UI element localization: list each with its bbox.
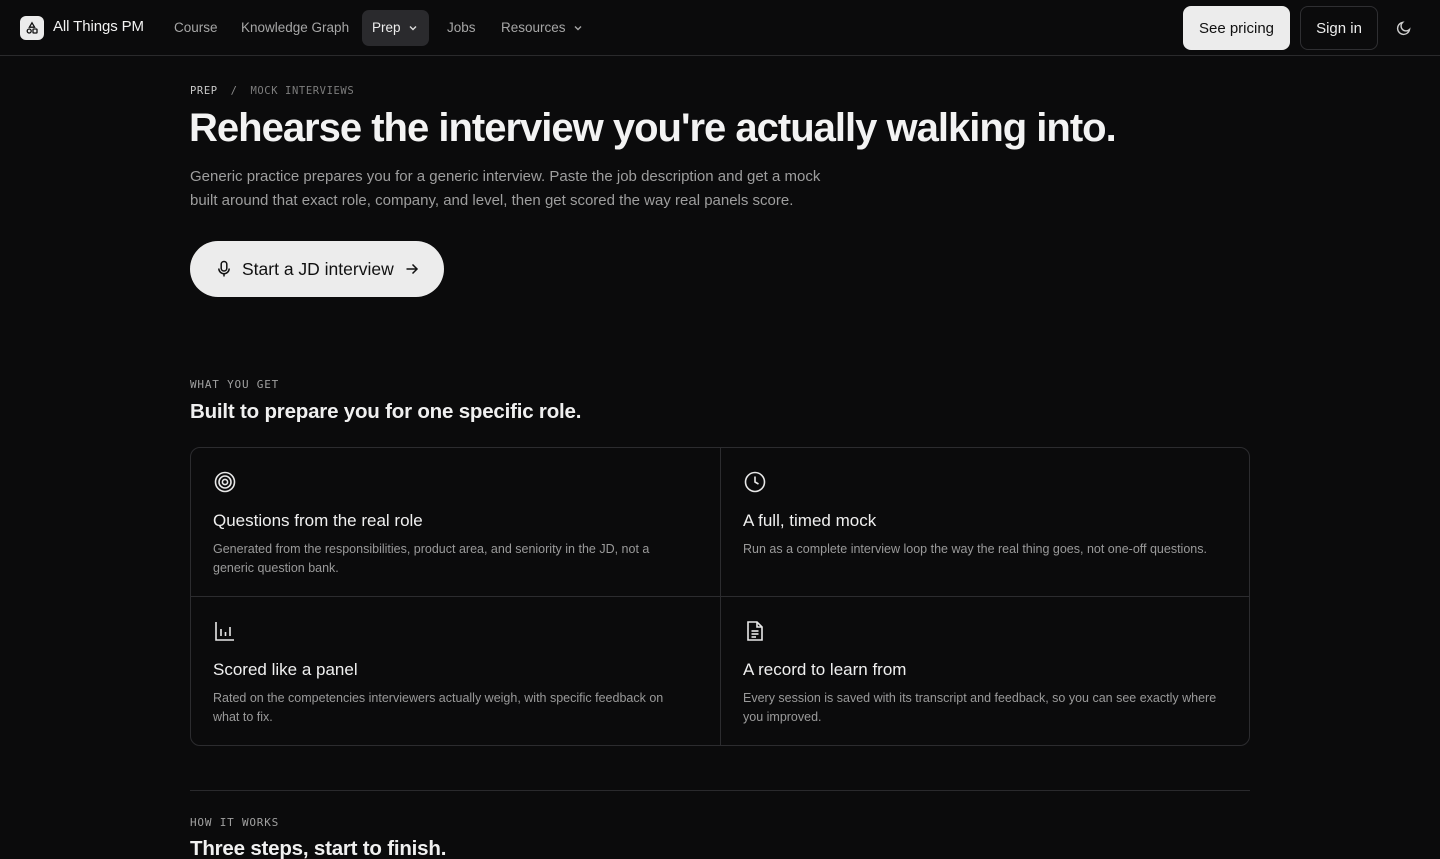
- breadcrumb-current: MOCK INTERVIEWS: [250, 85, 355, 97]
- chevron-down-icon: [409, 26, 417, 31]
- nav-link-label: Knowledge Graph: [241, 20, 350, 35]
- feature-card: Questions from the real role Generated f…: [191, 448, 721, 597]
- how-it-works-title: Three steps, start to finish.: [190, 837, 447, 859]
- clock-icon: [744, 471, 766, 493]
- nav-link-course[interactable]: Course: [164, 10, 228, 46]
- top-nav: All Things PM Course Knowledge Graph Pre…: [0, 0, 1440, 56]
- sign-in-button[interactable]: Sign in: [1300, 6, 1378, 50]
- cta-label: Start a JD interview: [242, 258, 394, 279]
- target-icon: [214, 471, 236, 493]
- feature-card: A full, timed mock Run as a complete int…: [721, 448, 1249, 597]
- feature-title: A full, timed mock: [743, 511, 877, 530]
- nav-link-label: Course: [174, 20, 218, 35]
- feature-title: Questions from the real role: [213, 511, 423, 530]
- logo-icon[interactable]: [20, 16, 44, 40]
- nav-link-label: Prep: [372, 20, 401, 35]
- moon-icon: [1396, 21, 1411, 36]
- arrow-right-icon: [406, 263, 418, 275]
- breadcrumb: PREP / MOCK INTERVIEWS: [190, 85, 354, 97]
- feature-body: Rated on the competencies interviewers a…: [213, 691, 664, 724]
- feature-body: Run as a complete interview loop the way…: [743, 542, 1207, 556]
- nav-link-knowledge-graph[interactable]: Knowledge Graph: [231, 10, 359, 46]
- page-title: Rehearse the interview you're actually w…: [189, 106, 1117, 150]
- brand-name[interactable]: All Things PM: [53, 18, 144, 35]
- breadcrumb-section[interactable]: PREP: [190, 85, 218, 97]
- nav-link-resources[interactable]: Resources: [491, 10, 594, 46]
- start-jd-interview-button[interactable]: Start a JD interview: [190, 241, 444, 297]
- feature-title: Scored like a panel: [213, 660, 358, 679]
- nav-link-label: Jobs: [447, 20, 476, 35]
- page-subtitle: Generic practice prepares you for a gene…: [190, 168, 821, 209]
- document-icon: [747, 621, 763, 641]
- nav-link-jobs[interactable]: Jobs: [437, 10, 486, 46]
- features-eyebrow: WHAT YOU GET: [190, 378, 280, 391]
- feature-card: Scored like a panel Rated on the compete…: [191, 597, 721, 745]
- theme-toggle-button[interactable]: [1390, 14, 1418, 42]
- breadcrumb-separator: /: [230, 85, 238, 97]
- feature-body: Generated from the responsibilities, pro…: [213, 542, 650, 575]
- nav-link-prep[interactable]: Prep: [362, 10, 429, 46]
- feature-card: A record to learn from Every session is …: [721, 597, 1249, 745]
- see-pricing-button[interactable]: See pricing: [1183, 6, 1290, 50]
- bar-chart-icon: [215, 622, 234, 641]
- features-grid: Questions from the real role Generated f…: [190, 447, 1250, 746]
- how-it-works-eyebrow: HOW IT WORKS: [190, 816, 280, 829]
- nav-link-label: Resources: [501, 20, 566, 35]
- feature-body: Every session is saved with its transcri…: [743, 691, 1217, 724]
- chevron-down-icon: [574, 26, 582, 31]
- features-title: Built to prepare you for one specific ro…: [190, 400, 582, 423]
- feature-title: A record to learn from: [743, 660, 907, 679]
- section-divider: [190, 790, 1250, 791]
- microphone-icon: [218, 260, 230, 277]
